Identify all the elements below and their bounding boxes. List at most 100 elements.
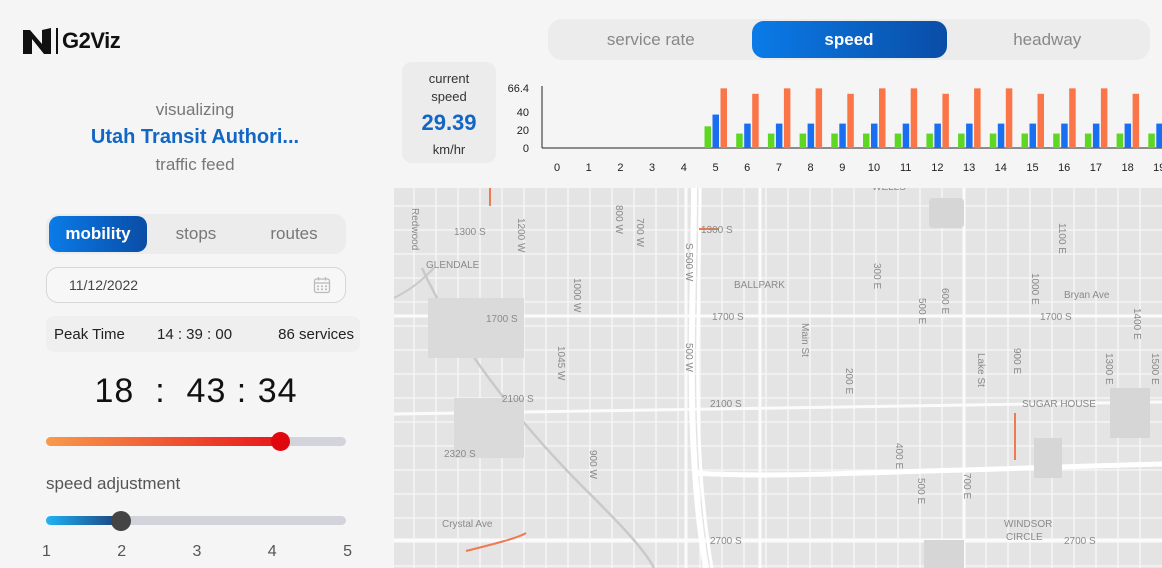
map-street-label: WELLS	[872, 188, 906, 193]
speed-slider[interactable]	[46, 511, 346, 531]
current-speed-unit: km/hr	[432, 142, 466, 157]
x-tick-label: 13	[963, 162, 975, 174]
tab-stops[interactable]: stops	[147, 216, 245, 252]
bar	[807, 123, 815, 148]
speed-slider-thumb[interactable]	[111, 511, 131, 531]
time-slider-thumb[interactable]	[271, 432, 290, 451]
x-tick-label: 8	[808, 162, 814, 174]
bar	[966, 123, 973, 148]
y-tick-label: 20	[517, 125, 529, 137]
bar	[910, 88, 918, 148]
bar	[926, 133, 933, 148]
y-tick-label: 40	[517, 107, 529, 119]
speed-tick: 3	[192, 543, 202, 560]
current-speed-label: current speed	[428, 71, 470, 104]
peak-services: 86 services	[278, 325, 354, 343]
bar	[720, 88, 727, 148]
clock-value: 18 : 43 : 34	[94, 372, 298, 410]
x-tick-label: 15	[1026, 162, 1038, 174]
bar	[942, 93, 949, 148]
bar	[879, 88, 886, 148]
x-tick-label: 3	[649, 162, 655, 174]
current-time: 18 : 43 : 34	[46, 372, 346, 411]
map-street-label: 700 E	[961, 473, 972, 499]
bar	[839, 123, 846, 148]
peak-label: Peak Time	[54, 325, 125, 343]
map-street-label: 1200 W	[515, 218, 526, 253]
bar	[1053, 133, 1060, 148]
transit-map[interactable]: Redwood 1300 S 1200 W 800 W 700 W S 500 W 1300…	[394, 188, 1162, 568]
peak-info: Peak Time 14 : 39 : 00 86 services	[46, 316, 360, 352]
map-street-label: S 500 W	[683, 243, 694, 282]
bar	[775, 123, 783, 148]
bar	[1100, 88, 1108, 148]
tab-service-rate[interactable]: service rate	[550, 21, 752, 58]
x-tick-label: 12	[931, 162, 943, 174]
map-street-label: 900 W	[587, 450, 598, 479]
speed-tick: 4	[267, 543, 277, 560]
speed-slider-fill	[46, 516, 121, 525]
bar	[902, 123, 910, 148]
bar	[752, 93, 759, 148]
map-street-label: Redwood	[409, 208, 420, 250]
time-slider[interactable]	[46, 432, 346, 451]
map-street-label: 1300 S	[701, 225, 733, 236]
x-tick-label: 18	[1121, 162, 1133, 174]
bar	[1005, 88, 1013, 148]
speed-tick: 1	[42, 543, 51, 560]
bar	[847, 93, 854, 148]
bar	[1124, 123, 1132, 148]
bar	[1037, 93, 1044, 148]
bar	[989, 133, 997, 148]
date-value: 11/12/2022	[69, 277, 139, 293]
bar	[997, 123, 1005, 148]
x-tick-label: 6	[744, 162, 750, 174]
bar	[1116, 133, 1124, 148]
map-street-label: 1700 S	[486, 314, 518, 325]
map-street-label: 400 E	[893, 443, 904, 469]
x-tick-label: 4	[681, 162, 687, 174]
map-street-label: 800 W	[613, 205, 624, 234]
x-tick-label: 19	[1153, 162, 1162, 174]
time-slider-fill	[46, 437, 280, 446]
tab-routes[interactable]: routes	[245, 216, 343, 252]
speed-adjustment-label: speed adjustment	[46, 474, 181, 493]
x-tick-label: 1	[586, 162, 592, 174]
x-tick-label: 7	[776, 162, 782, 174]
map-street-label: GLENDALE	[426, 260, 480, 271]
map-street-label: 700 W	[634, 218, 645, 247]
x-tick-label: 9	[839, 162, 845, 174]
speed-bar-chart: 66.440200012345678910111213141516171819	[508, 83, 1162, 174]
map-street-label: 500 E	[916, 298, 927, 324]
tab-headway[interactable]: headway	[947, 21, 1149, 58]
calendar-icon[interactable]	[313, 276, 331, 294]
date-field[interactable]: 11/12/2022	[46, 267, 346, 303]
bar	[934, 123, 941, 148]
map-street-label: 2100 S	[710, 399, 742, 410]
map-street-label: SUGAR HOUSE	[1022, 399, 1096, 410]
metric-tabs: service rate speed headway	[548, 19, 1150, 60]
map-street-label: Crystal Ave	[442, 519, 493, 530]
map-street-label: 500 W	[683, 343, 694, 372]
peak-time: 14 : 39 : 00	[157, 325, 233, 343]
feed-suffix: traffic feed	[155, 155, 235, 174]
map-street-label: 1300 E	[1103, 353, 1114, 385]
map-street-label: 2700 S	[710, 536, 742, 547]
bar	[767, 133, 775, 148]
bar	[712, 114, 719, 148]
map-street-label: 1300 S	[454, 227, 486, 238]
map-street-label: 2100 S	[502, 394, 534, 405]
map-street-label: 300 E	[871, 263, 882, 289]
bar	[744, 123, 751, 148]
tab-speed[interactable]: speed	[751, 21, 947, 58]
bar	[783, 88, 791, 148]
x-tick-label: 16	[1058, 162, 1070, 174]
bar	[1084, 133, 1092, 148]
x-tick-label: 5	[712, 162, 718, 174]
y-tick-label: 66.4	[508, 83, 529, 95]
bar	[1132, 93, 1140, 148]
map-street-label: Main St	[799, 323, 810, 357]
map-street-label: BALLPARK	[734, 280, 785, 291]
tab-mobility[interactable]: mobility	[49, 216, 147, 252]
bar	[831, 133, 838, 148]
